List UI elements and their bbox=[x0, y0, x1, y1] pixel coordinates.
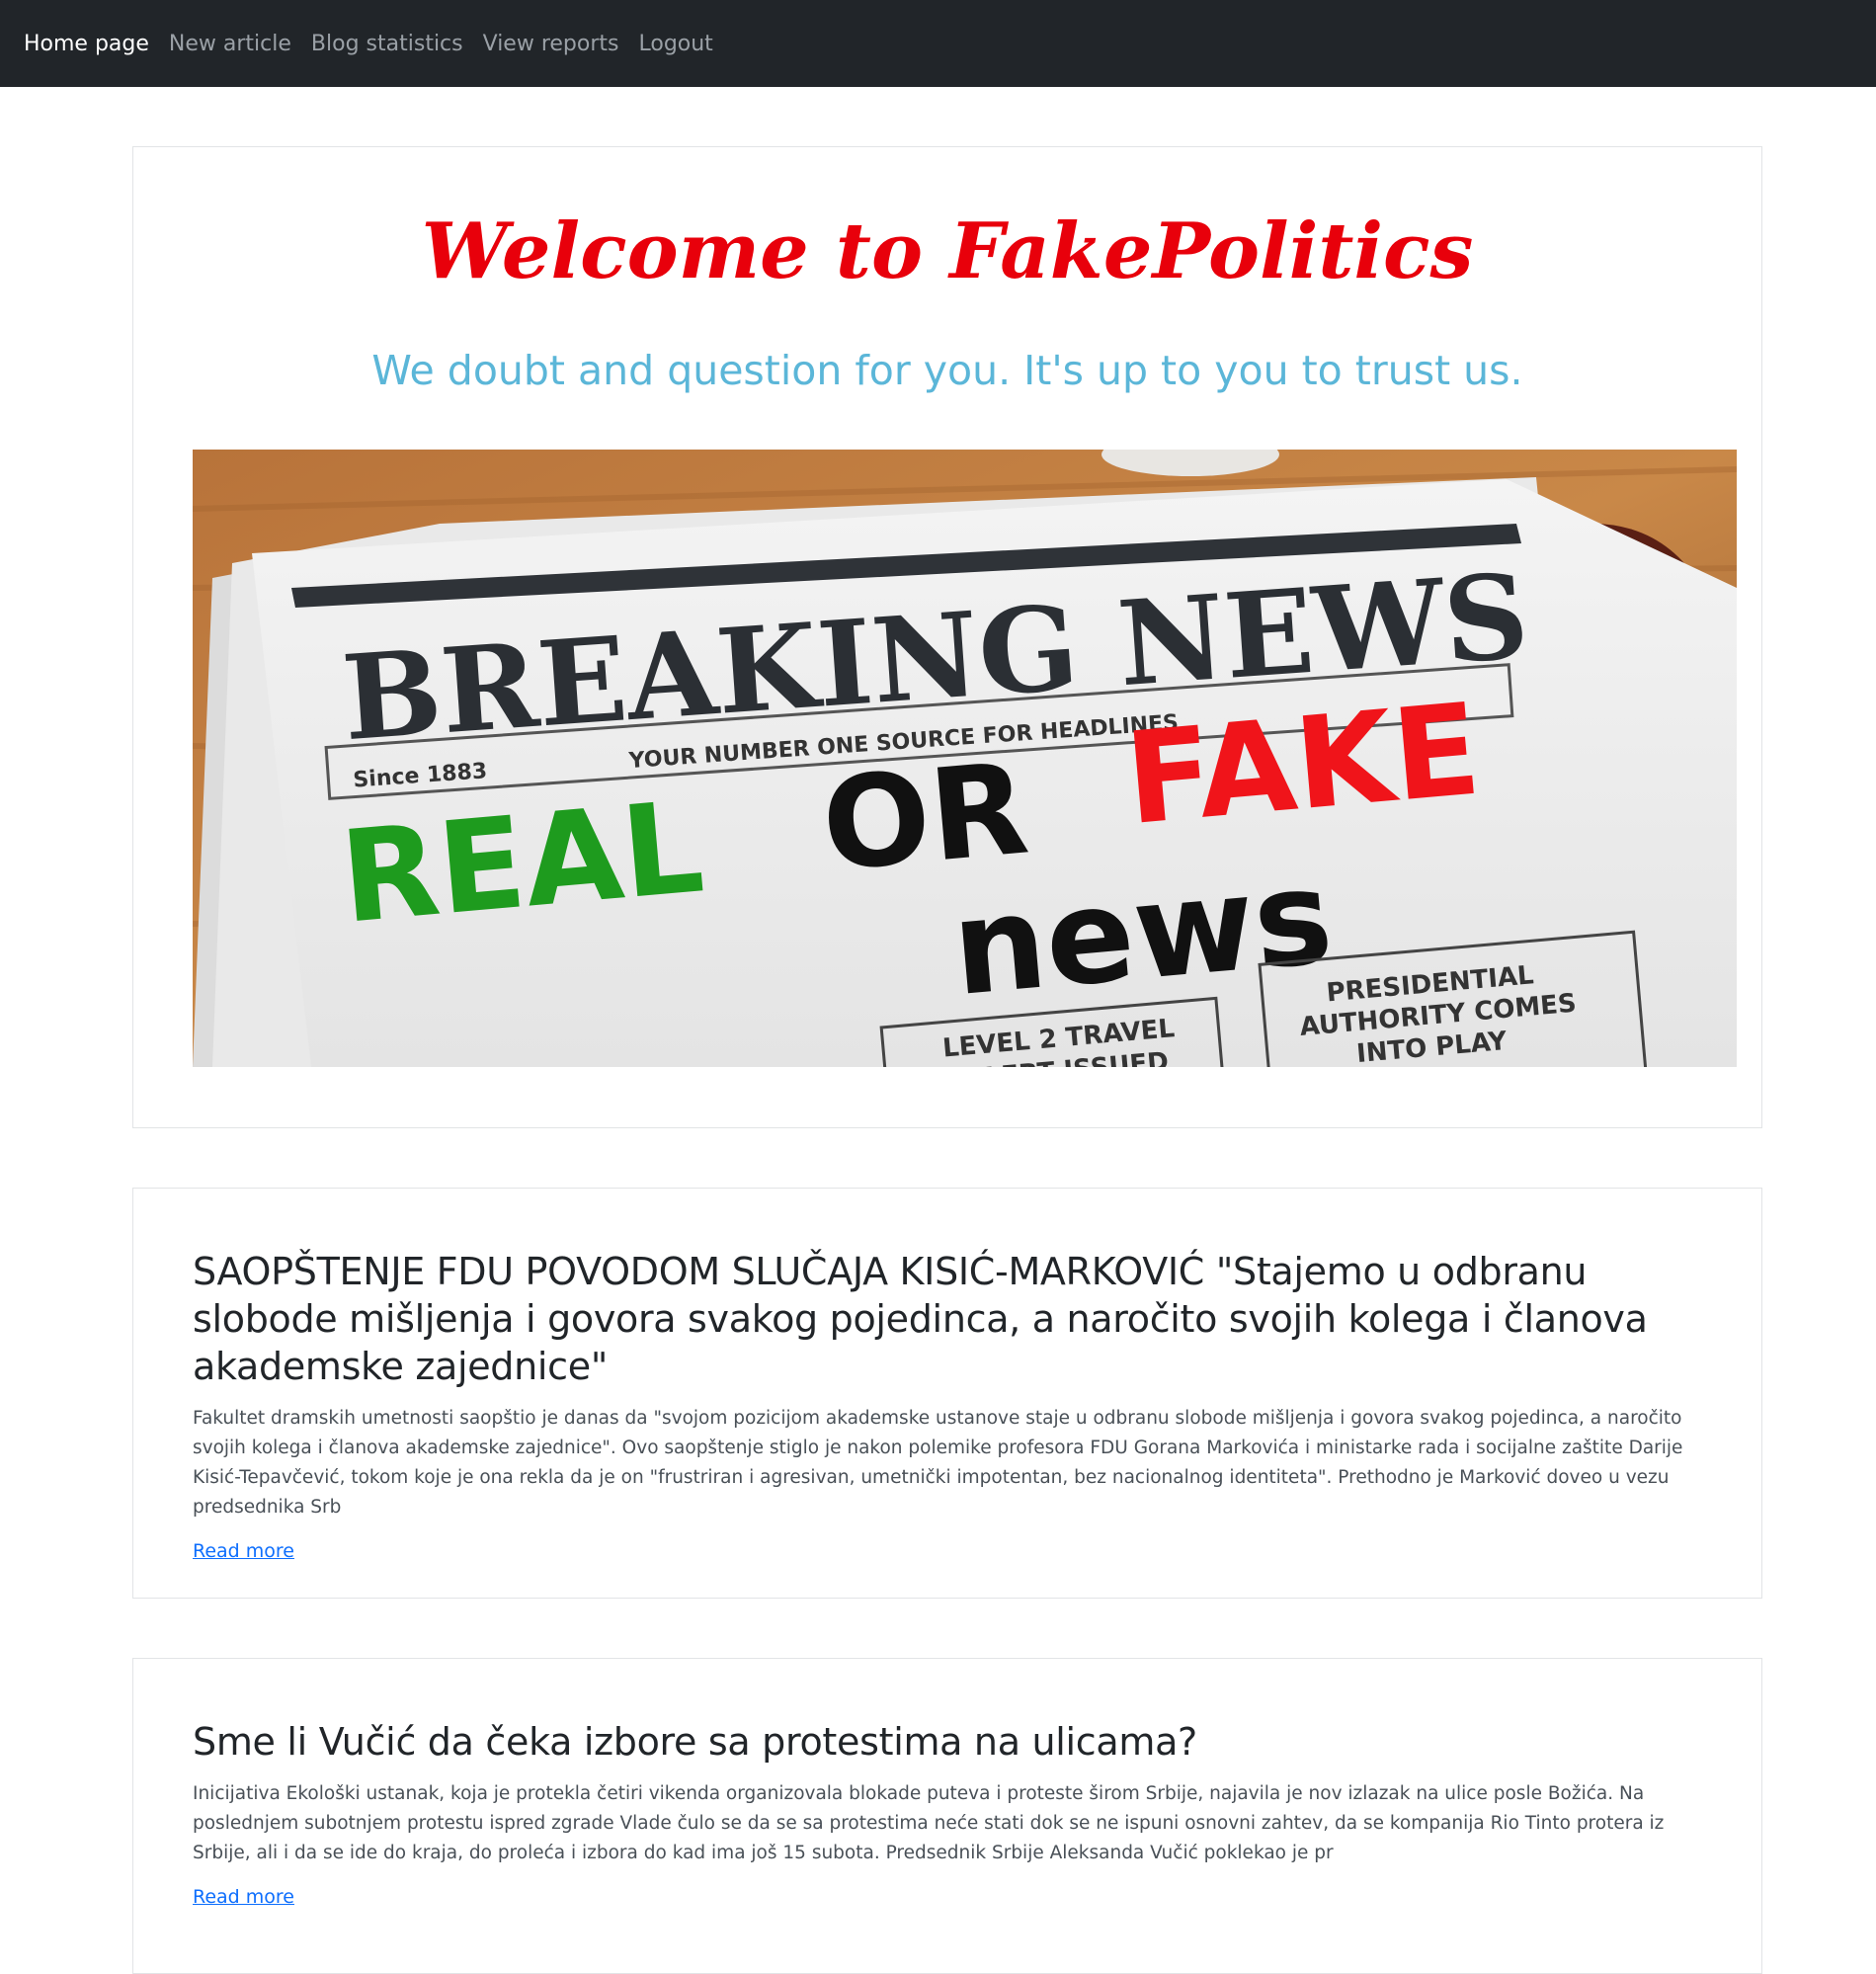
nav-view-reports[interactable]: View reports bbox=[483, 32, 619, 56]
hero-card: Welcome to FakePolitics We doubt and que… bbox=[132, 146, 1762, 1128]
nav-home-page[interactable]: Home page bbox=[24, 32, 149, 56]
read-more-link[interactable]: Read more bbox=[193, 1886, 294, 1908]
brand-name: FakePolitics bbox=[949, 206, 1474, 296]
article-excerpt: Fakultet dramskih umetnosti saopštio je … bbox=[193, 1408, 1683, 1518]
read-more-link[interactable]: Read more bbox=[193, 1540, 294, 1562]
article-title[interactable]: Sme li Vučić da čeka izbore sa protestim… bbox=[193, 1718, 1702, 1766]
welcome-text: Welcome to bbox=[421, 206, 950, 296]
nav-new-article[interactable]: New article bbox=[169, 32, 291, 56]
fake-text: FAKE bbox=[1120, 676, 1486, 854]
article-card: Sme li Vučić da čeka izbore sa protestim… bbox=[132, 1658, 1762, 1974]
article-title[interactable]: SAOPŠTENJE FDU POVODOM SLUČAJA KISIĆ-MAR… bbox=[193, 1248, 1702, 1390]
hero-title: Welcome to FakePolitics bbox=[133, 206, 1761, 296]
top-navbar: Home page New article Blog statistics Vi… bbox=[0, 0, 1876, 87]
breaking-news-image: BREAKING NEWS Since 1883 YOUR NUMBER ONE… bbox=[193, 450, 1737, 1067]
real-text: REAL bbox=[335, 774, 708, 951]
tagline: We doubt and question for you. It's up t… bbox=[371, 347, 1523, 394]
nav-blog-statistics[interactable]: Blog statistics bbox=[311, 32, 463, 56]
nav-logout[interactable]: Logout bbox=[638, 32, 712, 56]
article-excerpt: Inicijativa Ekološki ustanak, koja je pr… bbox=[193, 1783, 1665, 1863]
article-card: SAOPŠTENJE FDU POVODOM SLUČAJA KISIĆ-MAR… bbox=[132, 1188, 1762, 1599]
